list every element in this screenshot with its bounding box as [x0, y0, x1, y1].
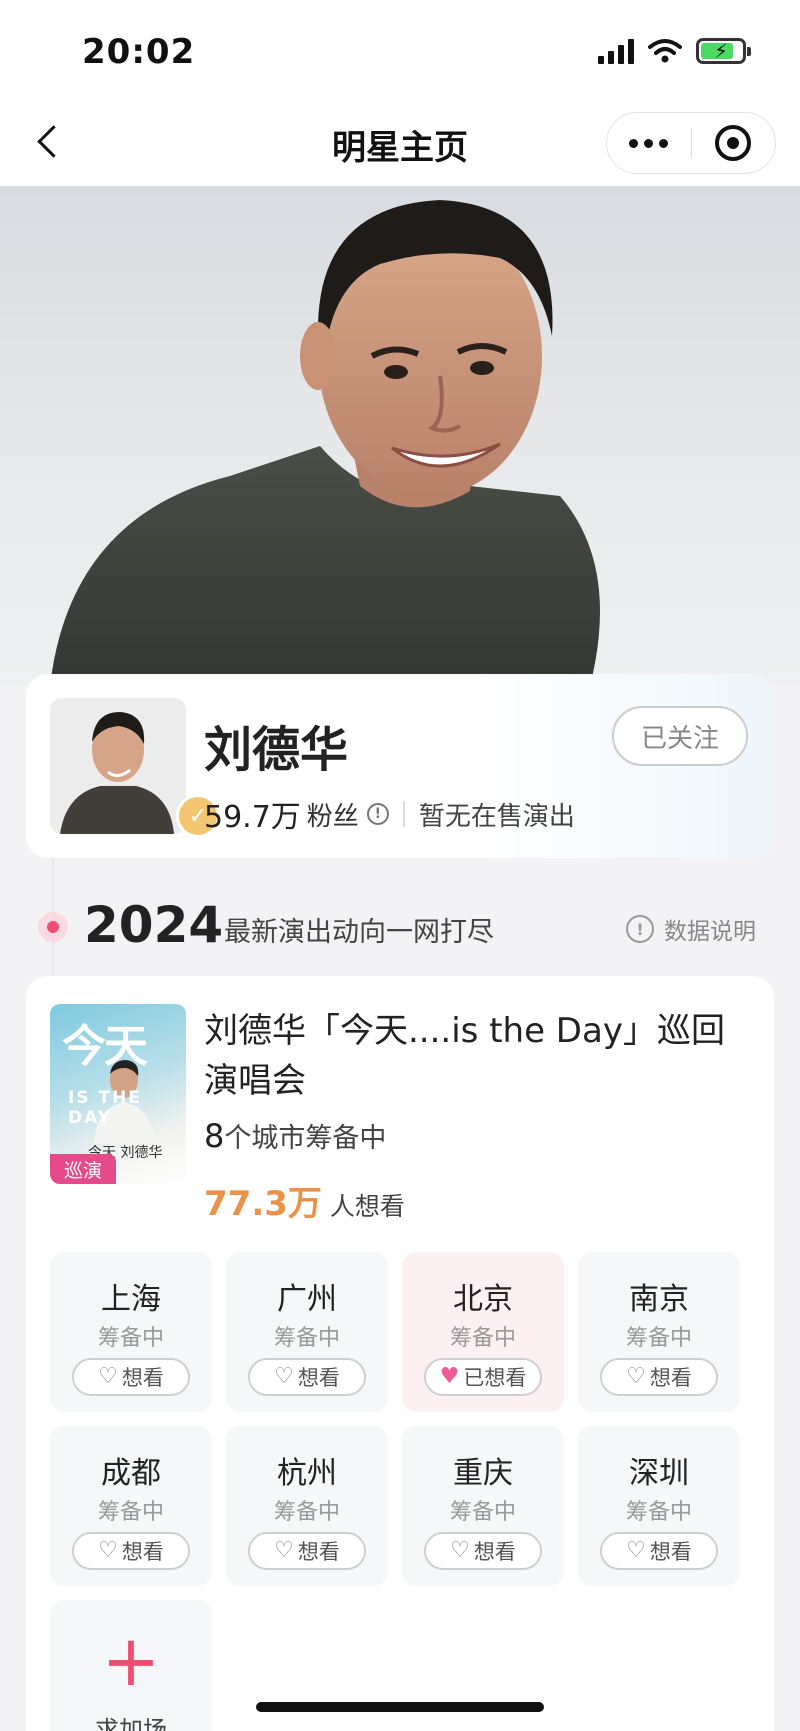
- avatar-image: [50, 698, 186, 834]
- star-profile-card: ✓ 刘德华 59.7万 粉丝 ! 暂无在售演出 已关注: [26, 674, 774, 858]
- want-button-label: 想看: [121, 1540, 164, 1564]
- heart-plus-icon: ♡: [274, 1364, 294, 1389]
- city-status: 筹备中: [97, 1500, 164, 1525]
- want-button[interactable]: ♡ 想看: [424, 1532, 542, 1570]
- city-cell[interactable]: 杭州 筹备中 ♡ 想看: [226, 1426, 388, 1586]
- timeline-dot-icon: [38, 912, 68, 942]
- fans-label: 粉丝: [306, 801, 359, 832]
- city-cell[interactable]: 南京 筹备中 ♡ 想看: [578, 1252, 740, 1412]
- city-status: 筹备中: [273, 1326, 340, 1351]
- fans-row: 59.7万 粉丝 ! 暂无在售演出: [204, 792, 575, 836]
- city-name: 成都: [101, 1456, 161, 1491]
- poster-subtitle: IS THE DAY: [68, 1088, 142, 1128]
- fans-info-icon[interactable]: !: [366, 803, 389, 825]
- city-cell[interactable]: 成都 筹备中 ♡ 想看: [50, 1426, 212, 1586]
- city-status: 筹备中: [449, 1500, 516, 1525]
- show-card[interactable]: 今天 IS THE DAY 今天 刘德华 巡演 刘德华「今天....is the…: [26, 976, 774, 1731]
- city-status: 筹备中: [449, 1326, 516, 1351]
- on-sale-status: 暂无在售演出: [418, 801, 575, 832]
- timeline-year: 2024: [84, 896, 224, 954]
- request-extra-show-button[interactable]: + 求加场: [50, 1600, 212, 1731]
- want-button-label: 想看: [649, 1366, 692, 1390]
- tour-tag: 巡演: [50, 1154, 116, 1184]
- want-count-label: 人想看: [329, 1192, 405, 1221]
- heart-plus-icon: ♡: [626, 1538, 646, 1563]
- follow-button[interactable]: 已关注: [612, 706, 748, 766]
- fans-count: 59.7万: [204, 800, 301, 835]
- city-status: 筹备中: [625, 1326, 692, 1351]
- want-button-label: 想看: [473, 1540, 516, 1564]
- want-button[interactable]: ♡ 想看: [72, 1358, 190, 1396]
- show-title[interactable]: 刘德华「今天....is the Day」巡回演唱会: [204, 1006, 744, 1106]
- show-city-count: 8个城市筹备中: [204, 1116, 386, 1155]
- city-cell[interactable]: 广州 筹备中 ♡ 想看: [226, 1252, 388, 1412]
- city-name: 北京: [453, 1282, 513, 1317]
- timeline-subtitle: 最新演出动向一网打尽: [224, 917, 494, 948]
- want-count-number: 77.3万: [204, 1184, 322, 1224]
- heart-plus-icon: ♡: [98, 1538, 118, 1563]
- want-button-label: 想看: [649, 1540, 692, 1564]
- wifi-icon: [648, 39, 682, 63]
- status-icons: ⚡: [598, 38, 751, 64]
- data-note-link[interactable]: ! 数据说明: [626, 912, 756, 946]
- wanted-button[interactable]: ♥ 已想看: [424, 1358, 542, 1396]
- want-button[interactable]: ♡ 想看: [600, 1358, 718, 1396]
- city-status: 筹备中: [273, 1500, 340, 1525]
- city-name: 上海: [101, 1282, 161, 1317]
- home-indicator[interactable]: [256, 1702, 544, 1712]
- heart-plus-icon: ♡: [274, 1538, 294, 1563]
- city-count-number: 8: [204, 1117, 225, 1155]
- star-portrait-image: [50, 200, 600, 686]
- heart-plus-icon: ♡: [98, 1364, 118, 1389]
- city-cell[interactable]: 北京 筹备中 ♥ 已想看: [402, 1252, 564, 1412]
- more-icon[interactable]: [607, 113, 691, 173]
- show-poster[interactable]: 今天 IS THE DAY 今天 刘德华 巡演: [50, 1004, 186, 1184]
- divider: [402, 801, 405, 827]
- battery-charging-icon: ⚡: [696, 38, 751, 64]
- city-status: 筹备中: [97, 1326, 164, 1351]
- miniprogram-capsule: [606, 112, 776, 174]
- city-name: 杭州: [277, 1456, 337, 1491]
- city-cell[interactable]: 上海 筹备中 ♡ 想看: [50, 1252, 212, 1412]
- alert-icon: !: [626, 915, 654, 943]
- status-bar: 20:02 ⚡: [0, 0, 800, 100]
- request-extra-show-label: 求加场: [95, 1716, 167, 1731]
- want-button[interactable]: ♡ 想看: [600, 1532, 718, 1570]
- status-time: 20:02: [82, 32, 196, 72]
- city-grid: 上海 筹备中 ♡ 想看 广州 筹备中 ♡ 想看 北京 筹备中 ♥ 已想看 南京 筹备中…: [50, 1252, 752, 1731]
- want-button-label: 想看: [297, 1366, 340, 1390]
- want-button-label: 想看: [121, 1366, 164, 1390]
- heart-plus-icon: ♡: [626, 1364, 646, 1389]
- heart-plus-icon: ♡: [450, 1538, 470, 1563]
- want-button[interactable]: ♡ 想看: [248, 1358, 366, 1396]
- want-button[interactable]: ♡ 想看: [248, 1532, 366, 1570]
- city-name: 重庆: [453, 1456, 513, 1491]
- plus-icon: +: [101, 1620, 161, 1702]
- heart-filled-icon: ♥: [439, 1364, 460, 1389]
- want-button-label: 已想看: [463, 1366, 527, 1390]
- city-count-suffix: 个城市筹备中: [224, 1123, 387, 1154]
- signal-icon: [598, 38, 634, 64]
- city-cell[interactable]: 重庆 筹备中 ♡ 想看: [402, 1426, 564, 1586]
- city-name: 深圳: [629, 1456, 689, 1491]
- star-name: 刘德华: [204, 722, 349, 778]
- want-button[interactable]: ♡ 想看: [72, 1532, 190, 1570]
- city-status: 筹备中: [625, 1500, 692, 1525]
- city-cell[interactable]: 深圳 筹备中 ♡ 想看: [578, 1426, 740, 1586]
- avatar[interactable]: [50, 698, 186, 834]
- nav-bar: 明星主页: [0, 100, 800, 186]
- hero-portrait: [0, 186, 800, 686]
- close-miniprogram-icon[interactable]: [692, 113, 776, 173]
- data-note-label: 数据说明: [664, 919, 756, 945]
- city-name: 广州: [277, 1282, 337, 1317]
- show-want-count: 77.3万 人想看: [204, 1176, 405, 1225]
- want-button-label: 想看: [297, 1540, 340, 1564]
- city-name: 南京: [629, 1282, 689, 1317]
